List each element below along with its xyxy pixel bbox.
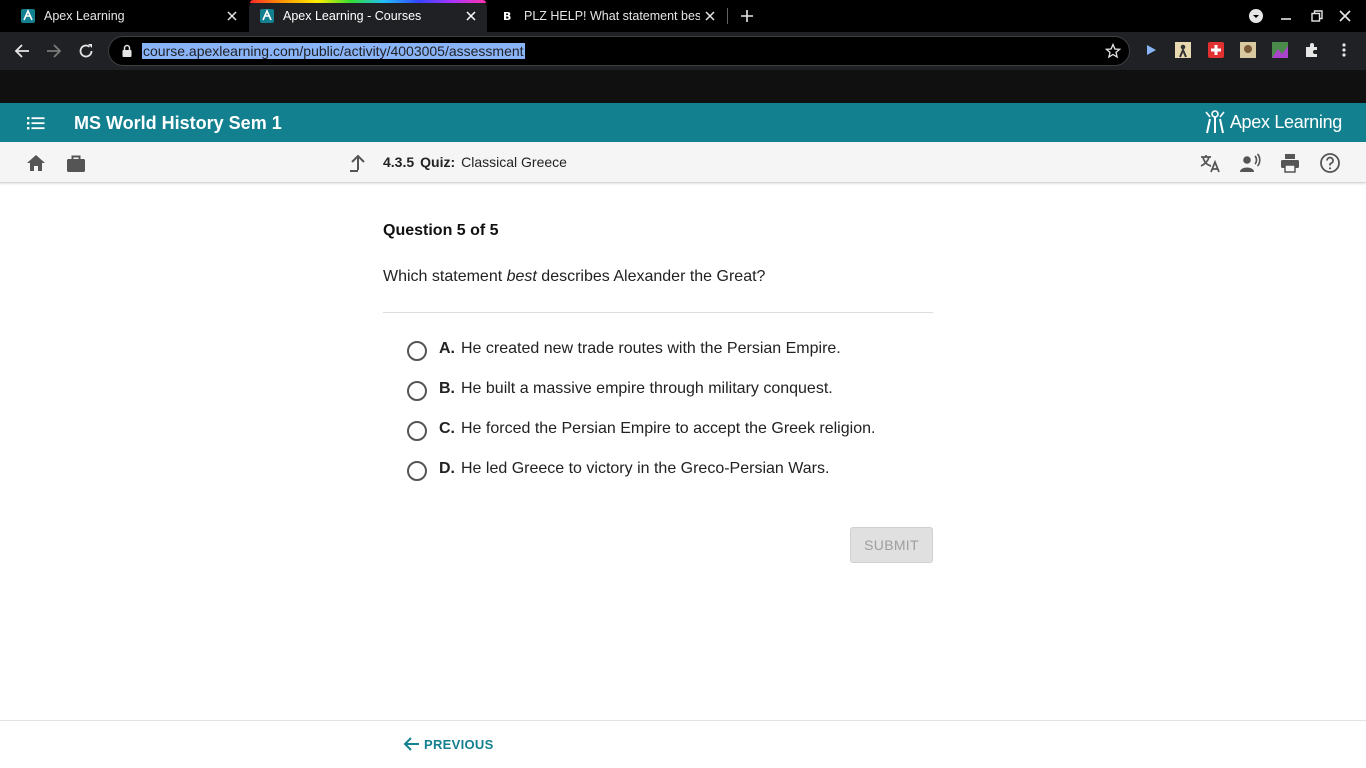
activity-title: Classical Greece xyxy=(461,154,567,170)
address-bar[interactable]: course.apexlearning.com/public/activity/… xyxy=(108,36,1130,66)
question-text-start: Which statement xyxy=(383,268,507,285)
browser-tab-apex-courses[interactable]: Apex Learning - Courses xyxy=(249,0,487,32)
extensions-puzzle-icon[interactable] xyxy=(1304,42,1320,58)
help-icon[interactable] xyxy=(1319,152,1341,174)
radio-button[interactable] xyxy=(407,461,427,481)
radio-button[interactable] xyxy=(407,421,427,441)
bookmarks-bar xyxy=(0,70,1366,103)
answer-option-a[interactable]: A. He created new trade routes with the … xyxy=(383,339,933,379)
previous-label: PREVIOUS xyxy=(424,736,494,752)
breadcrumb: 4.3.5 Quiz: Classical Greece xyxy=(383,154,567,170)
new-tab-icon[interactable] xyxy=(737,6,757,26)
question-header: Question 5 of 5 xyxy=(383,222,499,239)
apex-learning-logo: Apex Learning xyxy=(1204,109,1342,135)
browser-tab-brainly[interactable]: B PLZ HELP! What statement best xyxy=(488,0,726,32)
answer-text: He forced the Persian Empire to accept t… xyxy=(461,420,876,437)
brainly-favicon-icon: B xyxy=(503,10,511,23)
tab-title: Apex Learning xyxy=(44,9,125,23)
question-text-end: describes Alexander the Great? xyxy=(536,268,766,285)
apex-logo-icon xyxy=(1205,110,1225,134)
forward-arrow-icon[interactable] xyxy=(42,39,66,63)
tab-close-icon[interactable] xyxy=(700,6,720,26)
question-divider xyxy=(383,312,933,313)
extension-figure-icon[interactable] xyxy=(1175,42,1191,58)
translate-icon[interactable] xyxy=(1199,152,1221,174)
course-title: MS World History Sem 1 xyxy=(74,113,282,133)
submit-button[interactable]: SUBMIT xyxy=(850,527,933,563)
question-text: Which statement best describes Alexander… xyxy=(383,268,933,286)
answer-option-c[interactable]: C. He forced the Persian Empire to accep… xyxy=(383,419,933,459)
answer-text: He built a massive empire through milita… xyxy=(461,380,833,397)
lock-icon[interactable] xyxy=(121,44,133,58)
url-text[interactable]: course.apexlearning.com/public/activity/… xyxy=(142,43,525,59)
browser-menu-icon[interactable] xyxy=(1336,42,1352,58)
minimize-icon[interactable] xyxy=(1276,6,1296,26)
back-arrow-icon[interactable] xyxy=(10,39,34,63)
question-text-emphasis: best xyxy=(506,268,537,285)
print-icon[interactable] xyxy=(1279,152,1301,174)
question-panel: Question 5 of 5 Which statement best des… xyxy=(383,222,933,563)
answer-text: He created new trade routes with the Per… xyxy=(461,340,841,357)
answer-list: A. He created new trade routes with the … xyxy=(383,339,933,499)
up-level-arrow-icon[interactable] xyxy=(347,152,369,174)
activity-toolbar: 4.3.5 Quiz: Classical Greece xyxy=(0,142,1366,183)
close-window-icon[interactable] xyxy=(1335,6,1355,26)
tab-title: PLZ HELP! What statement best xyxy=(524,9,700,23)
tab-title: Apex Learning - Courses xyxy=(283,9,422,23)
activity-number: 4.3.5 xyxy=(383,154,415,170)
restore-icon[interactable] xyxy=(1307,6,1327,26)
activity-type: Quiz: xyxy=(420,154,456,170)
extension-red-cross-icon[interactable] xyxy=(1208,42,1224,58)
app-header: MS World History Sem 1 Apex Learning xyxy=(0,103,1366,142)
answer-option-b[interactable]: B. He built a massive empire through mil… xyxy=(383,379,933,419)
home-icon[interactable] xyxy=(25,152,47,174)
arrow-left-icon xyxy=(403,737,419,751)
footer-nav: PREVIOUS xyxy=(0,720,1366,768)
menu-list-icon[interactable] xyxy=(26,113,46,133)
tab-close-icon[interactable] xyxy=(222,6,242,26)
apex-favicon-icon xyxy=(260,9,274,23)
previous-button[interactable]: PREVIOUS xyxy=(402,736,494,752)
briefcase-icon[interactable] xyxy=(65,152,87,174)
answer-letter: B. xyxy=(439,380,455,397)
browser-tab-strip: Apex Learning Apex Learning - Courses B … xyxy=(0,0,1366,32)
tab-separator xyxy=(727,8,728,24)
browser-toolbar: course.apexlearning.com/public/activity/… xyxy=(0,32,1366,70)
tab-close-icon[interactable] xyxy=(461,6,481,26)
answer-option-d[interactable]: D. He led Greece to victory in the Greco… xyxy=(383,459,933,499)
radio-button[interactable] xyxy=(407,381,427,401)
media-play-extension-icon[interactable] xyxy=(1143,42,1159,58)
svg-text:B: B xyxy=(503,10,511,23)
text-to-speech-icon[interactable] xyxy=(1239,152,1261,174)
browser-tab-apex-learning[interactable]: Apex Learning xyxy=(0,0,248,32)
answer-letter: D. xyxy=(439,460,455,477)
apex-logo-text: Apex Learning xyxy=(1229,111,1342,132)
reload-icon[interactable] xyxy=(74,39,98,63)
radio-button[interactable] xyxy=(407,341,427,361)
bookmark-star-icon[interactable] xyxy=(1105,43,1121,59)
apex-favicon-icon xyxy=(21,9,35,23)
extension-image-icon[interactable] xyxy=(1272,42,1288,58)
extension-avatar-icon[interactable] xyxy=(1240,42,1256,58)
answer-text: He led Greece to victory in the Greco-Pe… xyxy=(461,460,830,477)
answer-letter: A. xyxy=(439,340,455,357)
tab-recording-indicator xyxy=(250,0,486,3)
answer-letter: C. xyxy=(439,420,455,437)
tab-search-icon[interactable] xyxy=(1246,6,1266,26)
